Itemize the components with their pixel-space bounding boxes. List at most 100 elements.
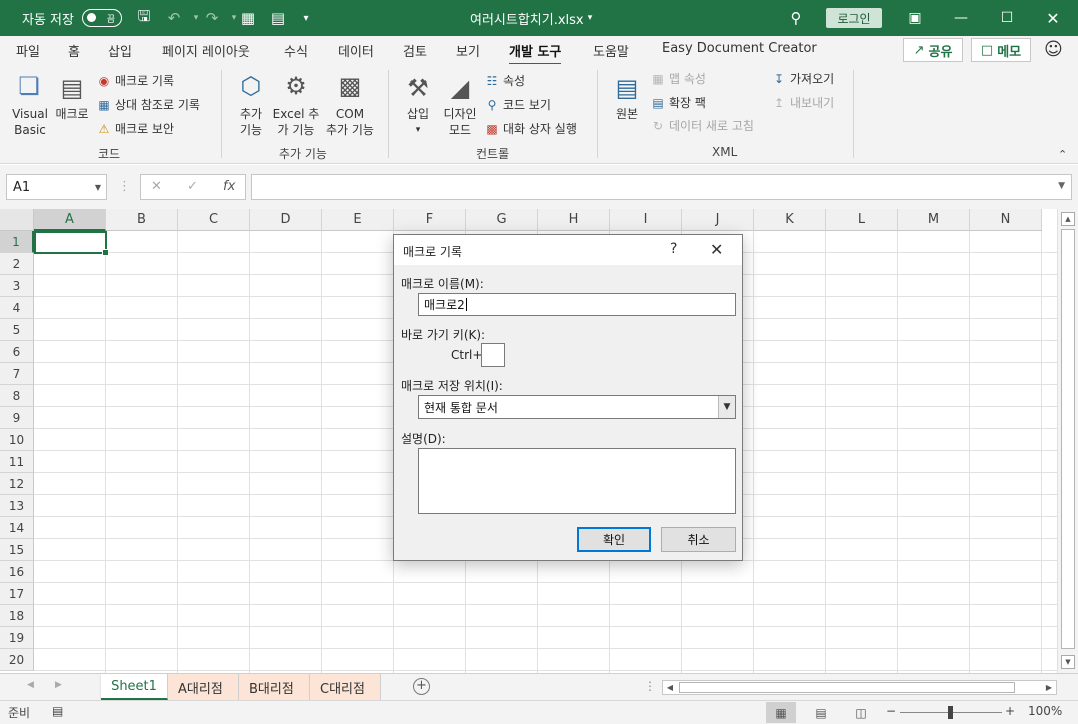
zoom-out-icon[interactable]: − bbox=[886, 704, 896, 718]
row-header[interactable]: 1 bbox=[0, 231, 34, 253]
undo-icon[interactable]: ↶ bbox=[164, 0, 184, 36]
column-header[interactable]: I bbox=[610, 209, 682, 231]
memo-button[interactable]: □ 메모 bbox=[971, 38, 1031, 62]
vertical-scrollbar[interactable]: ▲ ▼ bbox=[1057, 209, 1078, 673]
row-header[interactable]: 15 bbox=[0, 539, 34, 561]
macros-button[interactable]: 매크로 bbox=[52, 106, 92, 122]
horizontal-scrollbar[interactable]: ◀ ▶ bbox=[662, 680, 1057, 695]
tab-page-layout[interactable]: 페이지 레이아웃 bbox=[162, 41, 250, 60]
select-all-corner[interactable] bbox=[0, 209, 34, 231]
name-box-dropdown-icon[interactable]: ▼ bbox=[95, 183, 101, 192]
formula-input[interactable]: ▼ bbox=[251, 174, 1072, 200]
row-header[interactable]: 16 bbox=[0, 561, 34, 583]
column-header[interactable]: D bbox=[250, 209, 322, 231]
cancel-button[interactable]: 취소 bbox=[661, 527, 736, 552]
page-break-view-icon[interactable]: ◫ bbox=[846, 702, 876, 723]
xml-source-button[interactable]: 원본 bbox=[605, 106, 649, 122]
tab-file[interactable]: 파일 bbox=[16, 41, 40, 60]
confirm-entry-icon[interactable]: ✓ bbox=[187, 179, 198, 194]
row-header[interactable]: 9 bbox=[0, 407, 34, 429]
save-icon[interactable]: 🖫 bbox=[134, 0, 154, 36]
row-header[interactable]: 18 bbox=[0, 605, 34, 627]
tab-insert[interactable]: 삽입 bbox=[108, 41, 132, 60]
row-header[interactable]: 5 bbox=[0, 319, 34, 341]
column-header[interactable]: M bbox=[898, 209, 970, 231]
view-code-button[interactable]: ⚲ 코드 보기 bbox=[484, 96, 551, 113]
export-button[interactable]: ↥ 내보내기 bbox=[771, 94, 834, 111]
row-header[interactable]: 3 bbox=[0, 275, 34, 297]
tab-easy-document-creator[interactable]: Easy Document Creator bbox=[662, 41, 817, 56]
column-header[interactable]: H bbox=[538, 209, 610, 231]
expand-formula-icon[interactable]: ▼ bbox=[1058, 181, 1065, 191]
macro-name-input[interactable]: 매크로2 bbox=[418, 293, 736, 316]
properties-button[interactable]: ☷ 속성 bbox=[484, 72, 525, 89]
shortcut-key-input[interactable] bbox=[481, 343, 505, 367]
search-icon[interactable]: ⚲ bbox=[786, 0, 806, 36]
row-header[interactable]: 14 bbox=[0, 517, 34, 539]
tab-split-handle[interactable]: ⋮ bbox=[644, 679, 656, 693]
insert-function-icon[interactable]: fx bbox=[223, 179, 235, 194]
add-sheet-icon[interactable]: + bbox=[413, 678, 430, 695]
column-header[interactable]: E bbox=[322, 209, 394, 231]
row-header[interactable]: 19 bbox=[0, 627, 34, 649]
page-layout-view-icon[interactable]: ▤ bbox=[806, 702, 836, 723]
collapse-ribbon-icon[interactable]: ⌃ bbox=[1058, 148, 1067, 161]
file-name[interactable]: 여러시트합치기.xlsx ▾ bbox=[470, 0, 592, 36]
help-icon[interactable]: ? bbox=[670, 241, 677, 257]
macro-recording-icon[interactable]: ▤ bbox=[52, 704, 63, 718]
vertical-scroll-thumb[interactable] bbox=[1061, 229, 1075, 649]
horizontal-scroll-thumb[interactable] bbox=[679, 682, 1015, 693]
form-icon[interactable]: ▦ bbox=[238, 0, 258, 36]
row-header[interactable]: 12 bbox=[0, 473, 34, 495]
feedback-smiley-icon[interactable]: ☺ bbox=[1044, 39, 1063, 60]
column-header[interactable]: N bbox=[970, 209, 1042, 231]
sheet-tab-a[interactable]: A대리점 bbox=[168, 674, 239, 700]
login-button[interactable]: 로그인 bbox=[826, 8, 882, 28]
sheet-tab-c[interactable]: C대리점 bbox=[310, 674, 381, 700]
layout-icon[interactable]: ▤ bbox=[268, 0, 288, 36]
column-header[interactable]: C bbox=[178, 209, 250, 231]
sheet-prev-icon[interactable]: ◀ bbox=[27, 680, 34, 690]
tab-developer[interactable]: 개발 도구 bbox=[509, 41, 562, 66]
cancel-entry-icon[interactable]: ✕ bbox=[151, 179, 162, 194]
row-header[interactable]: 13 bbox=[0, 495, 34, 517]
scroll-right-icon[interactable]: ▶ bbox=[1042, 681, 1056, 694]
row-header[interactable]: 17 bbox=[0, 583, 34, 605]
sheet-tab-b[interactable]: B대리점 bbox=[239, 674, 310, 700]
insert-control-button[interactable]: 삽입 ▾ bbox=[400, 106, 436, 138]
sheet-tab-sheet1[interactable]: Sheet1 bbox=[101, 674, 168, 700]
chevron-down-icon[interactable]: ▼ bbox=[718, 396, 735, 418]
tab-view[interactable]: 보기 bbox=[456, 41, 480, 60]
column-header[interactable]: L bbox=[826, 209, 898, 231]
com-addins-button[interactable]: COM 추가 기능 bbox=[322, 106, 378, 138]
row-header[interactable]: 10 bbox=[0, 429, 34, 451]
run-dialog-button[interactable]: ▩ 대화 상자 실행 bbox=[484, 120, 577, 137]
column-header[interactable]: F bbox=[394, 209, 466, 231]
zoom-slider-knob[interactable] bbox=[948, 706, 953, 719]
row-header[interactable]: 11 bbox=[0, 451, 34, 473]
row-header[interactable]: 4 bbox=[0, 297, 34, 319]
relative-reference-button[interactable]: ▦ 상대 참조로 기록 bbox=[96, 96, 200, 113]
row-header[interactable]: 6 bbox=[0, 341, 34, 363]
column-header[interactable]: K bbox=[754, 209, 826, 231]
dialog-close-icon[interactable]: ✕ bbox=[710, 240, 723, 259]
row-header[interactable]: 8 bbox=[0, 385, 34, 407]
column-header[interactable]: B bbox=[106, 209, 178, 231]
tab-data[interactable]: 데이터 bbox=[338, 41, 374, 60]
tab-help[interactable]: 도움말 bbox=[593, 41, 629, 60]
customize-qat-icon[interactable]: ▾ bbox=[296, 0, 316, 36]
expansion-packs-button[interactable]: ▤ 확장 팩 bbox=[650, 94, 706, 111]
column-header[interactable]: A bbox=[34, 209, 106, 231]
ribbon-display-icon[interactable]: ▣ bbox=[892, 0, 938, 36]
scroll-up-icon[interactable]: ▲ bbox=[1061, 212, 1075, 226]
visual-basic-button[interactable]: Visual Basic bbox=[4, 106, 56, 138]
share-button[interactable]: ↗ 공유 bbox=[903, 38, 963, 62]
record-macro-button[interactable]: ◉ 매크로 기록 bbox=[96, 72, 174, 89]
scroll-left-icon[interactable]: ◀ bbox=[663, 681, 677, 694]
active-cell-a1[interactable] bbox=[34, 231, 109, 256]
maximize-icon[interactable]: ☐ bbox=[984, 0, 1030, 36]
tab-review[interactable]: 검토 bbox=[403, 41, 427, 60]
name-box[interactable]: A1 ▼ bbox=[6, 174, 107, 200]
store-macro-select[interactable]: 현재 통합 문서 ▼ bbox=[418, 395, 736, 419]
import-button[interactable]: ↧ 가져오기 bbox=[771, 70, 834, 87]
